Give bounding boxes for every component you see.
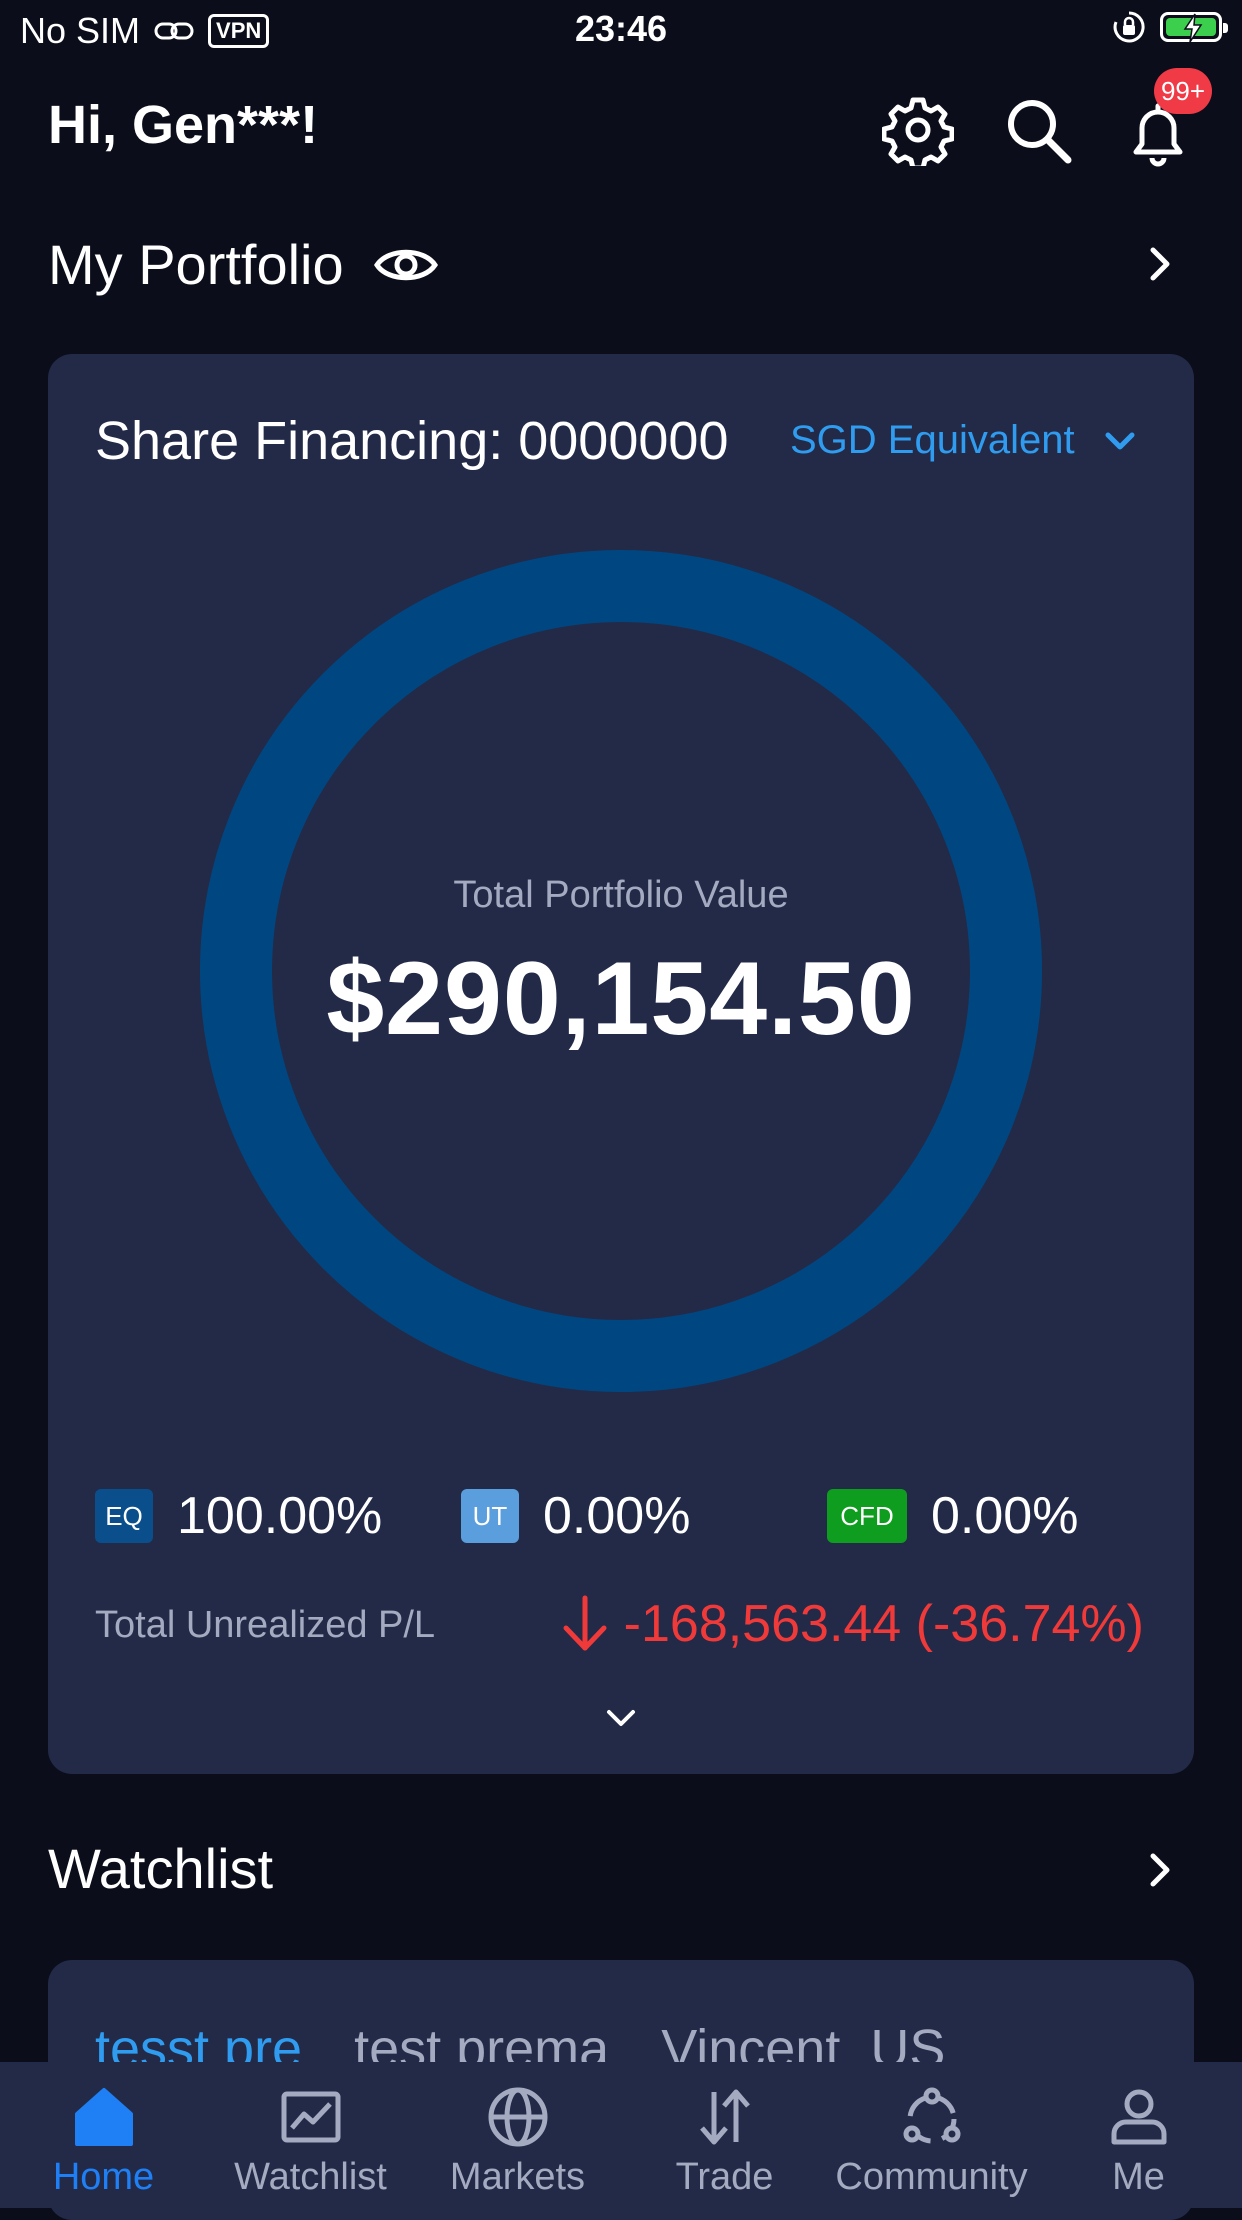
unrealized-pl-value: -168,563.44 (-36.74%) <box>623 1595 1144 1653</box>
status-bar: No SIM VPN 23:46 <box>0 0 1242 62</box>
home-icon <box>74 2088 133 2146</box>
nav-markets[interactable]: Markets <box>414 2062 621 2208</box>
settings-gear-icon[interactable] <box>882 94 954 166</box>
account-label: Share Financing: 0000000 <box>95 411 729 471</box>
greeting-text: Hi, Gen***! <box>48 95 319 155</box>
trade-arrows-icon <box>699 2089 750 2145</box>
unrealized-pl-label: Total Unrealized P/L <box>95 1604 436 1646</box>
nav-me-label: Me <box>1112 2156 1165 2198</box>
status-right <box>1112 10 1228 44</box>
eq-tag: EQ <box>95 1489 153 1543</box>
search-icon[interactable] <box>1002 94 1074 166</box>
unrealized-pl: -168,563.44 (-36.74%) <box>560 1594 1144 1654</box>
cfd-tag: CFD <box>827 1489 907 1543</box>
portfolio-section-header[interactable]: My Portfolio <box>48 232 438 297</box>
nav-community[interactable]: Community <box>828 2062 1035 2208</box>
globe-icon <box>488 2087 547 2147</box>
nav-watchlist-label: Watchlist <box>234 2156 387 2198</box>
notification-badge: 99+ <box>1154 68 1212 114</box>
nav-me[interactable]: Me <box>1035 2062 1242 2208</box>
eye-icon[interactable] <box>373 242 438 288</box>
currency-dropdown[interactable]: SGD Equivalent <box>790 418 1137 463</box>
portfolio-title: My Portfolio <box>48 233 344 296</box>
ut-percent: 0.00% <box>543 1487 691 1545</box>
total-value-label: Total Portfolio Value <box>453 874 789 916</box>
bottom-nav: Home Watchlist Markets Trade Community M… <box>0 2062 1242 2208</box>
watchlist-chevron-right-icon[interactable] <box>1140 1850 1180 1890</box>
arrow-down-icon <box>563 1595 607 1651</box>
portfolio-chevron-right-icon[interactable] <box>1140 244 1180 284</box>
eq-percent: 100.00% <box>177 1487 383 1545</box>
nav-markets-label: Markets <box>449 2156 586 2198</box>
rotation-lock-icon <box>1113 11 1145 43</box>
nav-trade[interactable]: Trade <box>621 2062 828 2208</box>
allocation-eq: EQ 100.00% <box>95 1486 382 1546</box>
expand-chevron-down-icon[interactable] <box>601 1700 641 1736</box>
currency-label: SGD Equivalent <box>790 418 1075 462</box>
ut-tag: UT <box>461 1489 519 1543</box>
nav-community-label: Community <box>835 2156 1028 2198</box>
battery-icon <box>1160 12 1228 43</box>
allocation-cfd: CFD 0.00% <box>827 1486 1078 1546</box>
status-time: 23:46 <box>574 8 668 49</box>
community-icon <box>903 2087 960 2144</box>
chart-icon <box>281 2091 340 2143</box>
nav-trade-label: Trade <box>675 2156 774 2198</box>
watchlist-title[interactable]: Watchlist <box>48 1836 273 1901</box>
nav-home-label: Home <box>52 2156 155 2198</box>
total-value: $290,154.50 <box>326 941 916 1057</box>
nav-watchlist[interactable]: Watchlist <box>207 2062 414 2208</box>
person-icon <box>1111 2089 1166 2145</box>
cfd-percent: 0.00% <box>931 1487 1079 1545</box>
nav-home[interactable]: Home <box>0 2062 207 2208</box>
chevron-down-icon <box>1105 432 1135 449</box>
allocation-ut: UT 0.00% <box>461 1486 690 1546</box>
